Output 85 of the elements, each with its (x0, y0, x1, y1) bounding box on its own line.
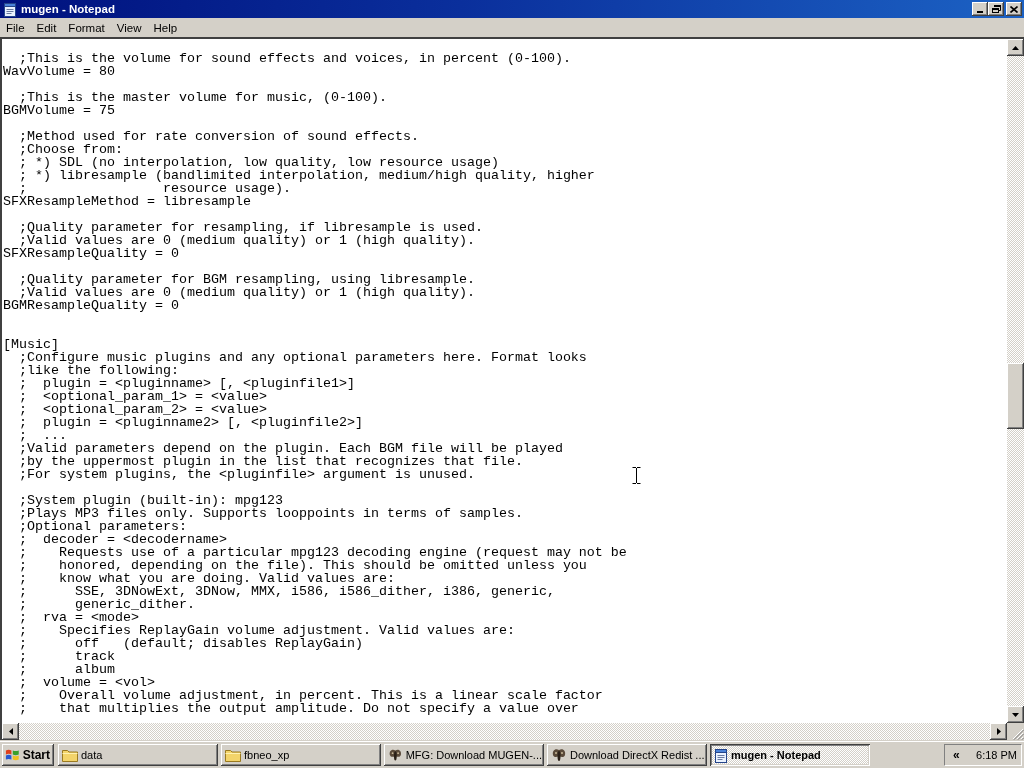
text-area[interactable] (2, 39, 1007, 723)
text-cursor-icon (632, 467, 641, 484)
text-line: SFXResampleQuality = 0 (3, 246, 179, 261)
notepad-icon (714, 747, 728, 763)
text-line: ; *) libresample (bandlimited interpolation, medium/high quality, higher (19, 168, 595, 183)
close-button[interactable] (1006, 2, 1022, 16)
text-line: ;Method used for rate conversion of sound effects. (19, 129, 419, 144)
menu-item[interactable]: Format (62, 19, 111, 36)
notepad-icon (3, 1, 17, 17)
text-line: ; <optional_param_1> = <value> (19, 389, 267, 404)
text-line: BGMVolume = 75 (3, 103, 115, 118)
text-line: ;Valid values are 0 (medium quality) or 1 (high quality). (19, 233, 475, 248)
folder-icon (225, 748, 241, 762)
text-line: ;Plays MP3 files only. Supports looppoints in terms of samples. (19, 506, 523, 521)
left-arrow-icon (8, 728, 13, 735)
vertical-scrollbar[interactable] (1007, 39, 1024, 723)
text-line: ;This is the volume for sound effects and voices, in percent (0-100). (19, 51, 571, 66)
tray-expand-button[interactable]: « (951, 748, 962, 762)
text-line: ; plugin = <pluginname2> [, <pluginfile2>] (19, 415, 363, 430)
taskbar-button[interactable]: data (58, 744, 218, 766)
text-line: ;Quality parameter for resampling, if libresample is used. (19, 220, 483, 235)
moth-icon (551, 747, 567, 763)
scroll-right-button[interactable] (990, 723, 1007, 740)
taskbar-button[interactable]: MFG: Download MUGEN-... (384, 744, 544, 766)
restore-icon (991, 5, 1001, 13)
text-line: ;For system plugins, the <pluginfile> argument is unused. (19, 467, 475, 482)
scroll-thumb[interactable] (1007, 363, 1024, 429)
text-line: ; resource usage). (19, 181, 291, 196)
text-line: ; album (19, 662, 115, 677)
text-line: ; plugin = <pluginname> [, <pluginfile1>] (19, 376, 355, 391)
text-line: ;This is the master volume for music, (0-100). (19, 90, 387, 105)
text-line: ; volume = <vol> (19, 675, 155, 690)
minimize-button[interactable] (972, 2, 988, 16)
text-line: ;Valid values are 0 (medium quality) or 1 (high quality). (19, 285, 475, 300)
text-line: ;Configure music plugins and any optional parameters here. Format looks (19, 350, 587, 365)
text-line: ; decoder = <decodername> (19, 532, 227, 547)
text-line: ; ... (19, 428, 67, 443)
text-line: ; Requests use of a particular mpg123 decoding engine (request may not be (19, 545, 627, 560)
right-arrow-icon (996, 728, 1001, 735)
size-grip-icon[interactable] (1012, 728, 1024, 740)
menu-item[interactable]: File (0, 19, 31, 36)
text-line: ;Choose from: (19, 142, 123, 157)
up-arrow-icon (1012, 45, 1019, 50)
text-line: ; know what you are doing. Valid values are: (19, 571, 395, 586)
text-line: ;Valid parameters depend on the plugin. Each BGM file will be played (19, 441, 563, 456)
menu-item[interactable]: Edit (30, 19, 63, 36)
restore-button[interactable] (988, 2, 1004, 16)
menu-item[interactable]: Help (147, 19, 184, 36)
text-line: ; off (default; disables ReplayGain) (19, 636, 363, 651)
text-line: [Music] (3, 337, 59, 352)
close-icon (1010, 5, 1018, 13)
text-line: ; rva = <mode> (19, 610, 139, 625)
text-line: ; <optional_param_2> = <value> (19, 402, 267, 417)
scroll-left-button[interactable] (2, 723, 19, 740)
text-line: ; Specifies ReplayGain volume adjustment. Valid values are: (19, 623, 515, 638)
scroll-down-button[interactable] (1007, 706, 1024, 723)
text-line: ;System plugin (built-in): mpg123 (19, 493, 283, 508)
clock: 6:18 PM (976, 749, 1017, 761)
text-line: WavVolume = 80 (3, 64, 115, 79)
folder-icon (62, 748, 78, 762)
text-line: SFXResampleMethod = libresample (3, 194, 251, 209)
text-line: ;Quality parameter for BGM resampling, using libresample. (19, 272, 475, 287)
text-line: ; generic_dither. (19, 597, 195, 612)
text-line: ; Overall volume adjustment, in percent. This is a linear scale factor (19, 688, 603, 703)
text-line: ; that multiplies the output amplitude. Do not specify a value over (19, 701, 579, 716)
taskbar-button[interactable]: fbneo_xp (221, 744, 381, 766)
taskbar-button[interactable]: Download DirectX Redist ... (547, 744, 707, 766)
window-title: mugen - Notepad (21, 3, 115, 15)
scroll-up-button[interactable] (1007, 39, 1024, 56)
minimize-icon (977, 11, 983, 13)
text-line: ; SSE, 3DNowExt, 3DNow, MMX, i586, i586_dither, i386, generic, (19, 584, 555, 599)
moth-icon (388, 747, 403, 763)
text-line: ;Optional parameters: (19, 519, 187, 534)
menu-item[interactable]: View (110, 19, 148, 36)
text-line: ; honored, depending on the file). This should be omitted unless you (19, 558, 587, 573)
text-line: ;by the uppermost plugin in the list that recognizes that file. (19, 454, 523, 469)
start-button[interactable]: Start (2, 744, 54, 766)
down-arrow-icon (1012, 712, 1019, 717)
flag-icon (5, 748, 20, 762)
text-line: ; track (19, 649, 115, 664)
taskbar-button[interactable]: mugen - Notepad (710, 744, 870, 766)
horizontal-scrollbar[interactable] (2, 723, 1007, 740)
text-line: BGMResampleQuality = 0 (3, 298, 179, 313)
text-line: ;like the following: (19, 363, 179, 378)
text-line: ; *) SDL (no interpolation, low quality, low resource usage) (19, 155, 499, 170)
